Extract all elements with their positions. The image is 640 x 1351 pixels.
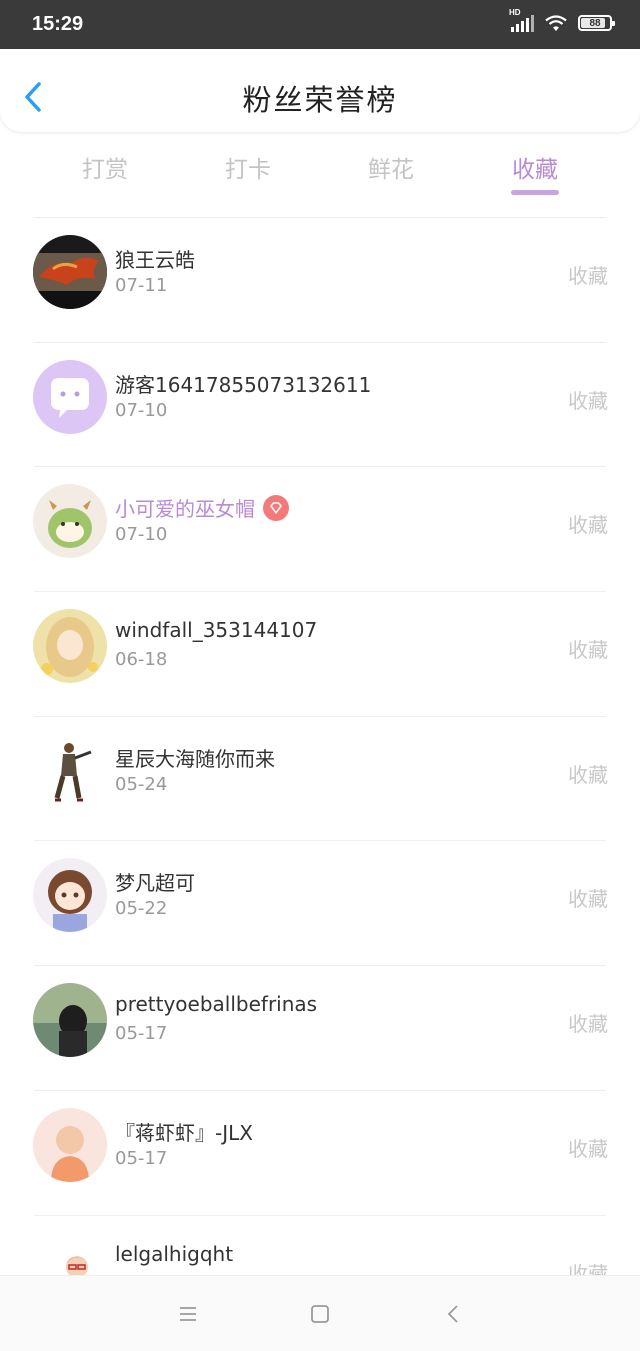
fan-list: 狼王云皓 07-11 收藏 游客16417855073132611 07-10 …: [0, 217, 640, 1275]
tab-checkin[interactable]: 打卡: [198, 150, 298, 184]
action-tag: 收藏: [568, 1012, 608, 1037]
action-tag: 收藏: [568, 638, 608, 663]
fan-date: 05-17: [115, 1147, 168, 1169]
default-chat-avatar: [33, 359, 107, 434]
page-title: 粉丝荣誉榜: [242, 83, 398, 117]
diamond-icon: [263, 494, 289, 521]
tab-flowers[interactable]: 鲜花: [341, 150, 441, 184]
fan-date: 07-10: [115, 399, 168, 421]
action-tag: 收藏: [568, 887, 608, 912]
list-item[interactable]: prettyoeballbefrinas 05-17 收藏: [0, 965, 640, 1090]
fan-name: prettyoeballbefrinas: [115, 992, 318, 1017]
battery-level: 88: [589, 17, 601, 29]
action-tag: 收藏: [568, 1136, 608, 1161]
fan-date: 06-18: [115, 649, 168, 671]
divider: [34, 341, 606, 343]
divider: [34, 715, 606, 717]
list-item[interactable]: windfall_353144107 06-18 收藏: [0, 591, 640, 716]
chibi-girl-avatar: [33, 858, 107, 933]
landscape-avatar: [33, 983, 107, 1058]
status-time: 15:29: [32, 13, 84, 35]
green-dino-avatar: [33, 484, 107, 559]
action-tag: 收藏: [568, 762, 608, 787]
network-type: HD: [509, 8, 521, 17]
boy-avatar: [33, 1232, 107, 1275]
anime-girl-avatar: [33, 609, 107, 684]
divider: [34, 591, 606, 593]
list-item[interactable]: 狼王云皓 07-11 收藏: [0, 217, 640, 342]
list-item[interactable]: 星辰大海随你而来 05-24 收藏: [0, 715, 640, 841]
fan-name: 小可爱的巫女帽: [115, 493, 289, 522]
tab-active-indicator: [511, 190, 559, 195]
battery-icon: 88: [578, 15, 615, 31]
fan-date: 05-17: [115, 1023, 168, 1045]
status-icons: HD 88: [509, 8, 615, 32]
signal-icon: HD: [509, 8, 534, 32]
action-tag: 收藏: [568, 264, 608, 288]
list-item[interactable]: 小可爱的巫女帽 07-10 收藏: [0, 466, 640, 591]
back-chevron-icon[interactable]: [442, 1302, 466, 1326]
divider: [34, 1214, 606, 1216]
menu-icon[interactable]: [176, 1302, 200, 1326]
action-tag: 收藏: [568, 388, 608, 413]
list-item[interactable]: 梦凡超可 05-22 收藏: [0, 840, 640, 965]
status-bar: 15:29 HD 88: [0, 0, 640, 49]
divider: [34, 840, 606, 842]
fan-name: windfall_353144107: [115, 618, 318, 643]
divider: [34, 965, 606, 967]
fan-name: 星辰大海随你而来: [115, 746, 275, 771]
fan-name: 『蒋虾虾』-JLX: [115, 1120, 253, 1145]
dragon-avatar: [33, 235, 107, 309]
fan-date: 05-22: [115, 898, 168, 920]
wifi-icon: [545, 15, 567, 31]
fan-name: 狼王云皓: [115, 248, 195, 272]
header: 粉丝荣誉榜: [0, 49, 640, 132]
system-nav-bar: [0, 1275, 640, 1351]
list-item[interactable]: lelgalhigqht 收藏: [0, 1214, 640, 1276]
fan-name: lelgalhigqht: [115, 1241, 234, 1266]
kid-avatar: [33, 1107, 107, 1182]
list-item[interactable]: 游客16417855073132611 07-10 收藏: [0, 341, 640, 467]
divider: [34, 466, 606, 468]
tab-tips[interactable]: 打赏: [55, 150, 155, 184]
fan-date: 07-10: [115, 524, 168, 546]
soldier-avatar: [33, 733, 107, 808]
list-item[interactable]: 『蒋虾虾』-JLX 05-17 收藏: [0, 1089, 640, 1215]
tab-favorites[interactable]: 收藏: [485, 150, 585, 184]
action-tag: 收藏: [568, 1261, 608, 1276]
home-square-icon[interactable]: [308, 1302, 332, 1326]
fan-name: 游客16417855073132611: [115, 372, 372, 397]
divider: [34, 1089, 606, 1091]
action-tag: 收藏: [568, 513, 608, 538]
fan-date: 05-24: [115, 773, 168, 795]
fan-date: 07-11: [115, 275, 168, 296]
divider: [34, 217, 606, 218]
fan-name: 梦凡超可: [115, 871, 195, 896]
